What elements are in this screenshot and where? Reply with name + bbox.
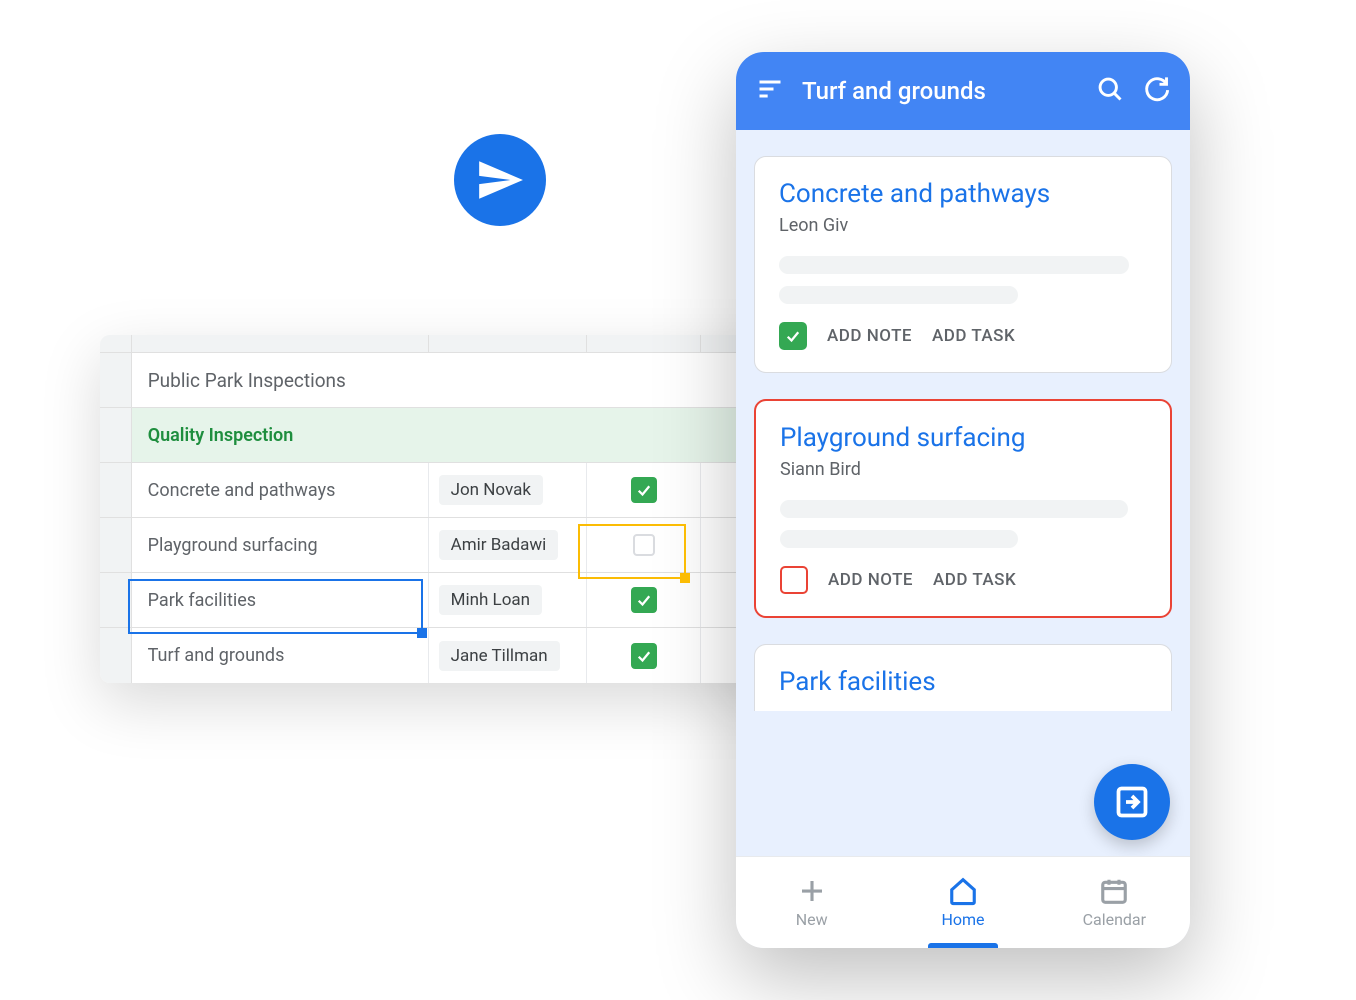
paper-plane-icon xyxy=(454,134,546,226)
spreadsheet-panel: Public Park Inspections Quality Inspecti… xyxy=(100,335,830,683)
sheet-title-row: Public Park Inspections xyxy=(100,353,830,408)
add-note-button[interactable]: ADD NOTE xyxy=(828,570,913,590)
card-title: Playground surfacing xyxy=(780,423,1146,453)
mobile-header-title: Turf and grounds xyxy=(802,77,1078,105)
active-indicator xyxy=(928,943,998,948)
checkmark-icon xyxy=(631,643,657,669)
card-title: Park facilities xyxy=(779,667,1147,697)
status-cell[interactable] xyxy=(587,463,701,517)
card-subtitle: Leon Giv xyxy=(779,215,1147,236)
checkmark-icon xyxy=(631,477,657,503)
sheet-title-cell[interactable]: Public Park Inspections xyxy=(132,353,830,407)
nav-label: Home xyxy=(941,910,984,929)
nav-label: Calendar xyxy=(1083,910,1146,929)
card-subtitle: Siann Bird xyxy=(780,459,1146,480)
task-cell[interactable]: Playground surfacing xyxy=(132,518,429,572)
section-header-cell[interactable]: Quality Inspection xyxy=(132,408,830,462)
table-row: Park facilities Minh Loan xyxy=(100,573,830,628)
task-cell[interactable]: Turf and grounds xyxy=(132,628,429,683)
text-placeholder xyxy=(779,256,1129,274)
nav-new[interactable]: New xyxy=(736,857,887,948)
assignee-chip: Minh Loan xyxy=(439,585,542,615)
add-task-button[interactable]: ADD TASK xyxy=(932,326,1015,346)
section-header-row: Quality Inspection xyxy=(100,408,830,463)
assignee-cell[interactable]: Minh Loan xyxy=(429,573,587,627)
checkmark-icon[interactable] xyxy=(779,322,807,350)
add-task-button[interactable]: ADD TASK xyxy=(933,570,1016,590)
task-cell[interactable]: Concrete and pathways xyxy=(132,463,429,517)
empty-checkbox-icon[interactable] xyxy=(780,566,808,594)
refresh-icon[interactable] xyxy=(1142,75,1170,107)
bottom-nav: New Home Calendar xyxy=(736,856,1190,948)
nav-label: New xyxy=(796,910,828,929)
mobile-app-frame: Turf and grounds Concrete and pathways L… xyxy=(736,52,1190,948)
text-placeholder xyxy=(780,500,1128,518)
task-card[interactable]: Park facilities xyxy=(754,644,1172,711)
empty-checkbox-icon xyxy=(633,534,655,556)
task-cell[interactable]: Park facilities xyxy=(132,573,429,627)
submit-fab-button[interactable] xyxy=(1094,764,1170,840)
assignee-cell[interactable]: Amir Badawi xyxy=(429,518,587,572)
assignee-chip: Jane Tillman xyxy=(439,641,560,671)
assignee-cell[interactable]: Jane Tillman xyxy=(429,628,587,683)
status-cell[interactable] xyxy=(587,518,701,572)
checkmark-icon xyxy=(631,587,657,613)
add-note-button[interactable]: ADD NOTE xyxy=(827,326,912,346)
task-card-alert[interactable]: Playground surfacing Siann Bird ADD NOTE… xyxy=(754,399,1172,618)
menu-icon[interactable] xyxy=(756,75,784,107)
assignee-cell[interactable]: Jon Novak xyxy=(429,463,587,517)
card-title: Concrete and pathways xyxy=(779,179,1147,209)
task-card[interactable]: Concrete and pathways Leon Giv ADD NOTE … xyxy=(754,156,1172,373)
assignee-chip: Amir Badawi xyxy=(439,530,559,560)
nav-home[interactable]: Home xyxy=(887,857,1038,948)
status-cell[interactable] xyxy=(587,628,701,683)
status-cell[interactable] xyxy=(587,573,701,627)
text-placeholder xyxy=(780,530,1018,548)
text-placeholder xyxy=(779,286,1018,304)
assignee-chip: Jon Novak xyxy=(439,475,543,505)
table-row: Turf and grounds Jane Tillman xyxy=(100,628,830,683)
table-row: Playground surfacing Amir Badawi xyxy=(100,518,830,573)
search-icon[interactable] xyxy=(1096,75,1124,107)
mobile-header: Turf and grounds xyxy=(736,52,1190,130)
mobile-content-area: Concrete and pathways Leon Giv ADD NOTE … xyxy=(736,130,1190,856)
nav-calendar[interactable]: Calendar xyxy=(1039,857,1190,948)
table-row: Concrete and pathways Jon Novak xyxy=(100,463,830,518)
